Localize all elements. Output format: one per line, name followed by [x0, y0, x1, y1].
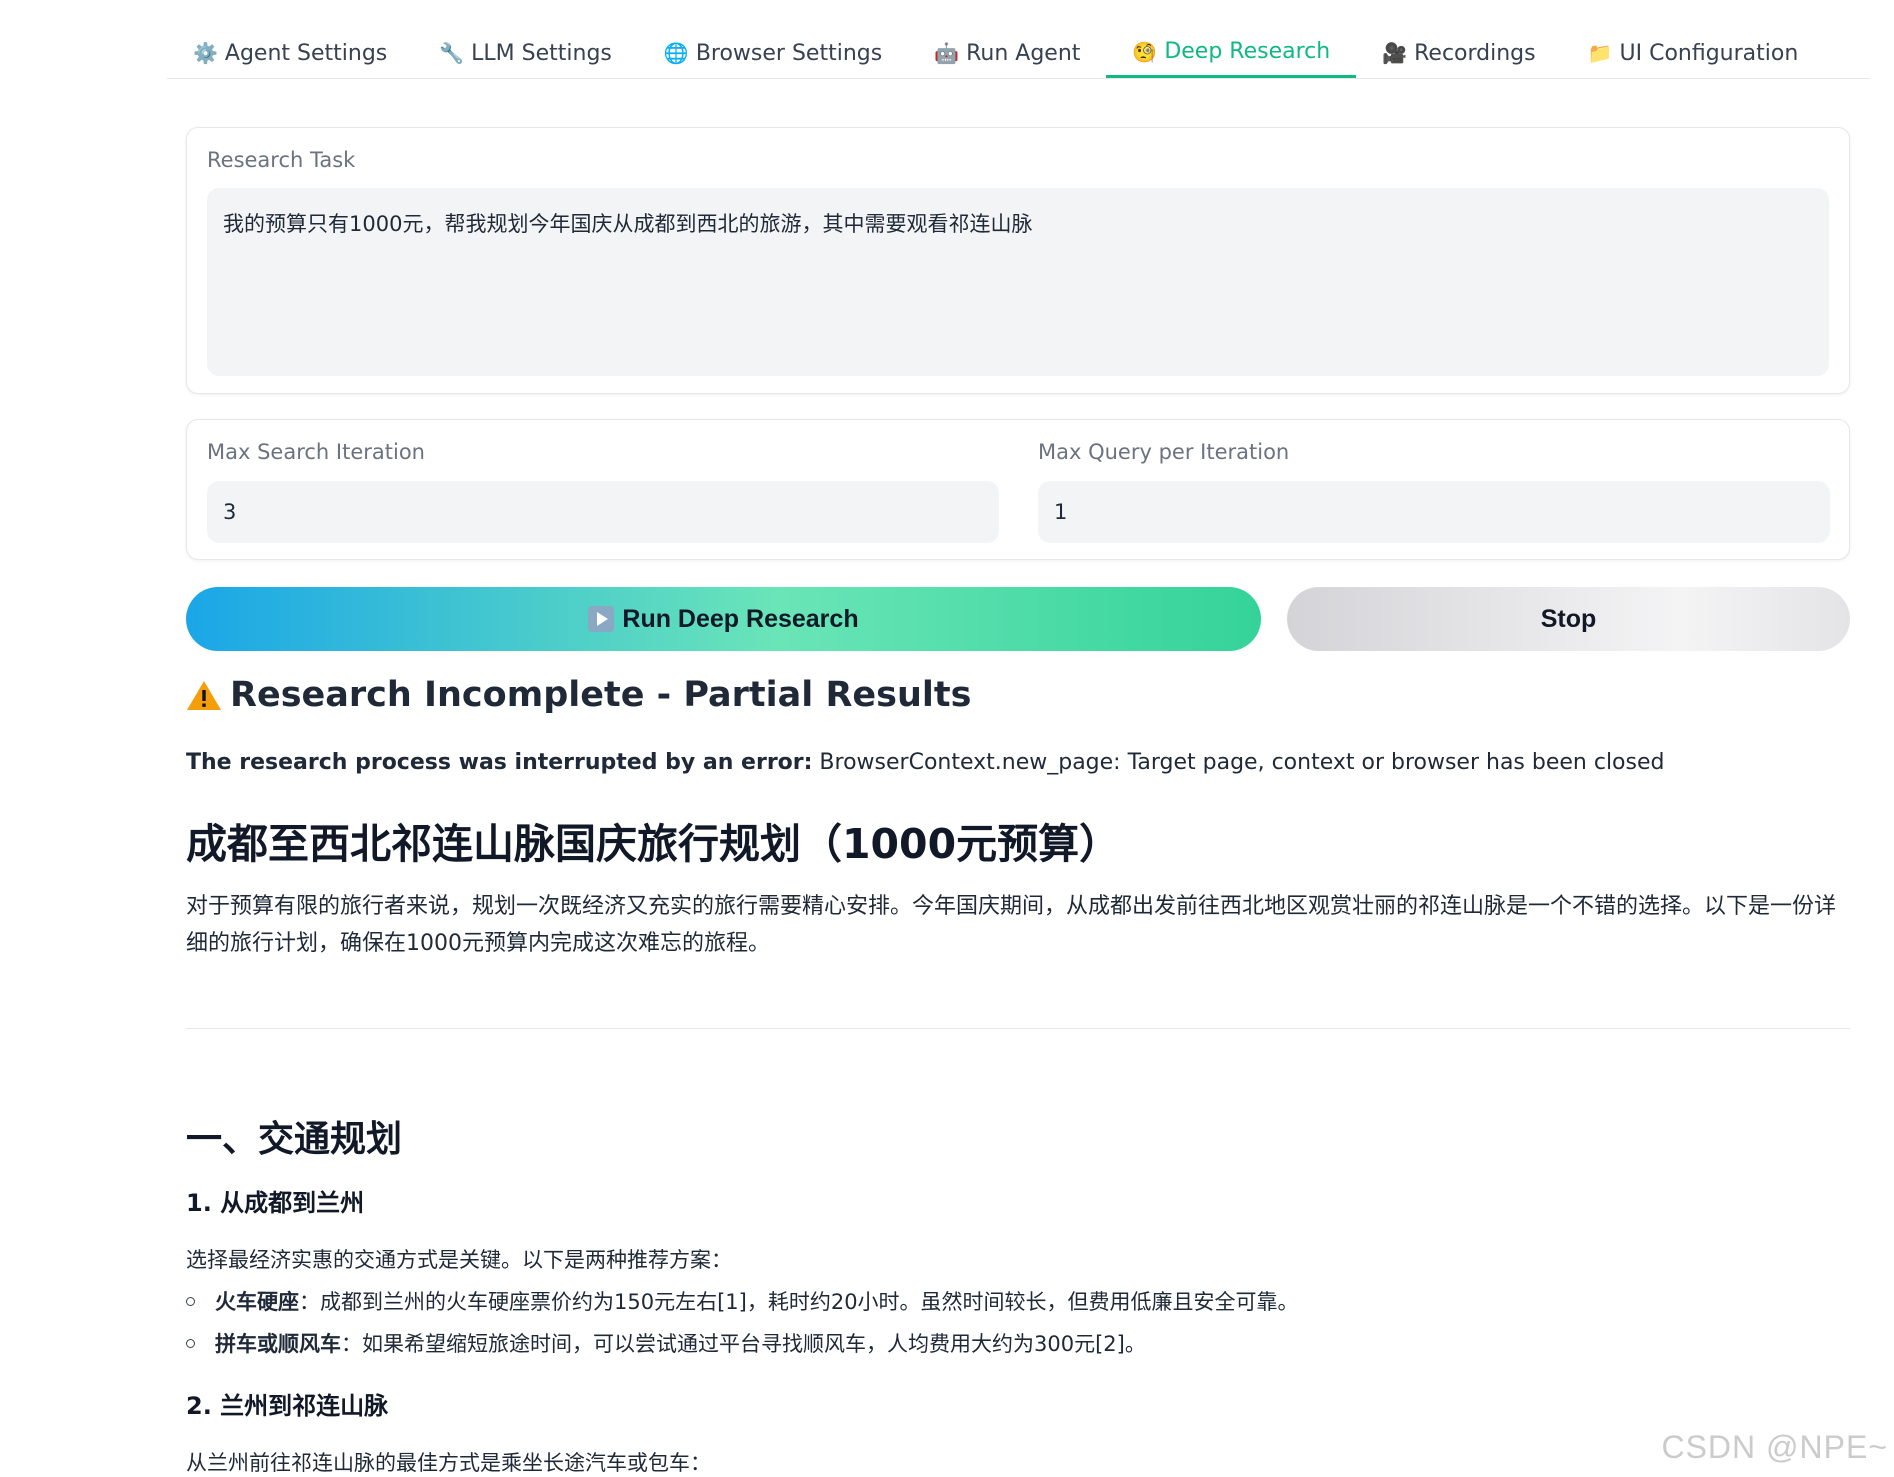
tab-label: Agent Settings — [224, 40, 388, 66]
subsection-heading-lanzhou-qilian: 2. 兰州到祁连山脉 — [186, 1392, 389, 1420]
tab-recordings[interactable]: 🎥 Recordings — [1356, 28, 1561, 78]
research-task-panel: Research Task 我的预算只有1000元，帮我规划今年国庆从成都到西北… — [186, 127, 1850, 394]
subsection-intro: 选择最经济实惠的交通方式是关键。以下是两种推荐方案： — [186, 1248, 732, 1272]
list-item: 拼车或顺风车 ：如果希望缩短旅途时间，可以尝试通过平台寻找顺风车，人均费用大约为3… — [186, 1328, 1850, 1358]
list-item-text: ：成都到兰州的火车硬座票价约为150元左右[1]，耗时约20小时。虽然时间较长，… — [299, 1290, 1299, 1314]
stop-button[interactable]: Stop — [1287, 587, 1850, 651]
play-icon — [588, 606, 615, 632]
folder-icon: 📁 — [1587, 41, 1613, 65]
globe-icon: 🌐 — [663, 41, 689, 65]
list-item-text: ：如果希望缩短旅途时间，可以尝试通过平台寻找顺风车，人均费用大约为300元[2]… — [341, 1332, 1146, 1356]
section-heading-transport: 一、交通规划 — [186, 1119, 403, 1160]
movie-camera-icon: 🎥 — [1382, 41, 1408, 65]
tab-label: Run Agent — [966, 40, 1081, 66]
run-button-label: Run Deep Research — [622, 604, 859, 633]
stop-button-label: Stop — [1540, 604, 1597, 633]
watermark: CSDN @NPE~ — [1661, 1429, 1888, 1465]
tab-deep-research[interactable]: 🧐 Deep Research — [1106, 28, 1357, 78]
tab-run-agent[interactable]: 🤖 Run Agent — [908, 28, 1106, 78]
report-title: 成都至西北祁连山脉国庆旅行规划（1000元预算） — [186, 820, 1121, 868]
bullet-circle-icon — [186, 1338, 195, 1348]
max-query-per-iteration-label: Max Query per Iteration — [1038, 440, 1290, 464]
max-search-iteration-input[interactable] — [207, 481, 999, 543]
tab-llm-settings[interactable]: 🔧 LLM Settings — [413, 28, 638, 78]
divider — [186, 1028, 1850, 1029]
gear-icon: ⚙️ — [193, 41, 218, 65]
tab-label: Recordings — [1414, 40, 1536, 66]
subsection-heading-chengdu-lanzhou: 1. 从成都到兰州 — [186, 1189, 365, 1217]
bullet-circle-icon — [186, 1296, 195, 1306]
list-item-bold: 火车硬座 — [215, 1290, 299, 1314]
tab-browser-settings[interactable]: 🌐 Browser Settings — [638, 28, 908, 78]
error-message: The research process was interrupted by … — [186, 750, 1850, 775]
max-search-iteration-label: Max Search Iteration — [207, 440, 425, 464]
tab-bar: ⚙️ Agent Settings 🔧 LLM Settings 🌐 Browser … — [167, 28, 1870, 79]
error-detail: BrowserContext.new_page: Target page, co… — [812, 750, 1665, 775]
research-warning-heading: Research Incomplete - Partial Results — [186, 675, 1850, 715]
robot-icon: 🤖 — [934, 41, 960, 65]
tab-label: LLM Settings — [471, 40, 612, 66]
warning-title-text: Research Incomplete - Partial Results — [230, 675, 972, 715]
research-task-label: Research Task — [207, 148, 356, 172]
subsection-intro: 从兰州前往祁连山脉的最佳方式是乘坐长途汽车或包车： — [186, 1451, 711, 1475]
error-prefix: The research process was interrupted by … — [186, 750, 813, 775]
monocle-face-icon: 🧐 — [1132, 39, 1158, 64]
tab-label: Deep Research — [1164, 39, 1331, 64]
warning-icon — [187, 681, 221, 710]
report-intro: 对于预算有限的旅行者来说，规划一次既经济又充实的旅行需要精心安排。今年国庆期间，… — [186, 894, 1837, 956]
wrench-icon: 🔧 — [439, 41, 465, 65]
research-task-input[interactable]: 我的预算只有1000元，帮我规划今年国庆从成都到西北的旅游，其中需要观看祁连山脉 — [207, 188, 1829, 376]
tab-ui-configuration[interactable]: 📁 UI Configuration — [1562, 28, 1825, 78]
iteration-settings-panel: Max Search Iteration Max Query per Itera… — [186, 419, 1850, 560]
tab-label: Browser Settings — [695, 40, 883, 66]
tab-agent-settings[interactable]: ⚙️ Agent Settings — [167, 28, 413, 78]
list-item: 火车硬座 ：成都到兰州的火车硬座票价约为150元左右[1]，耗时约20小时。虽然时… — [186, 1286, 1850, 1316]
tab-label: UI Configuration — [1619, 40, 1799, 66]
list-item-bold: 拼车或顺风车 — [215, 1332, 341, 1356]
max-query-per-iteration-input[interactable] — [1038, 481, 1830, 543]
run-deep-research-button[interactable]: Run Deep Research — [186, 587, 1261, 651]
